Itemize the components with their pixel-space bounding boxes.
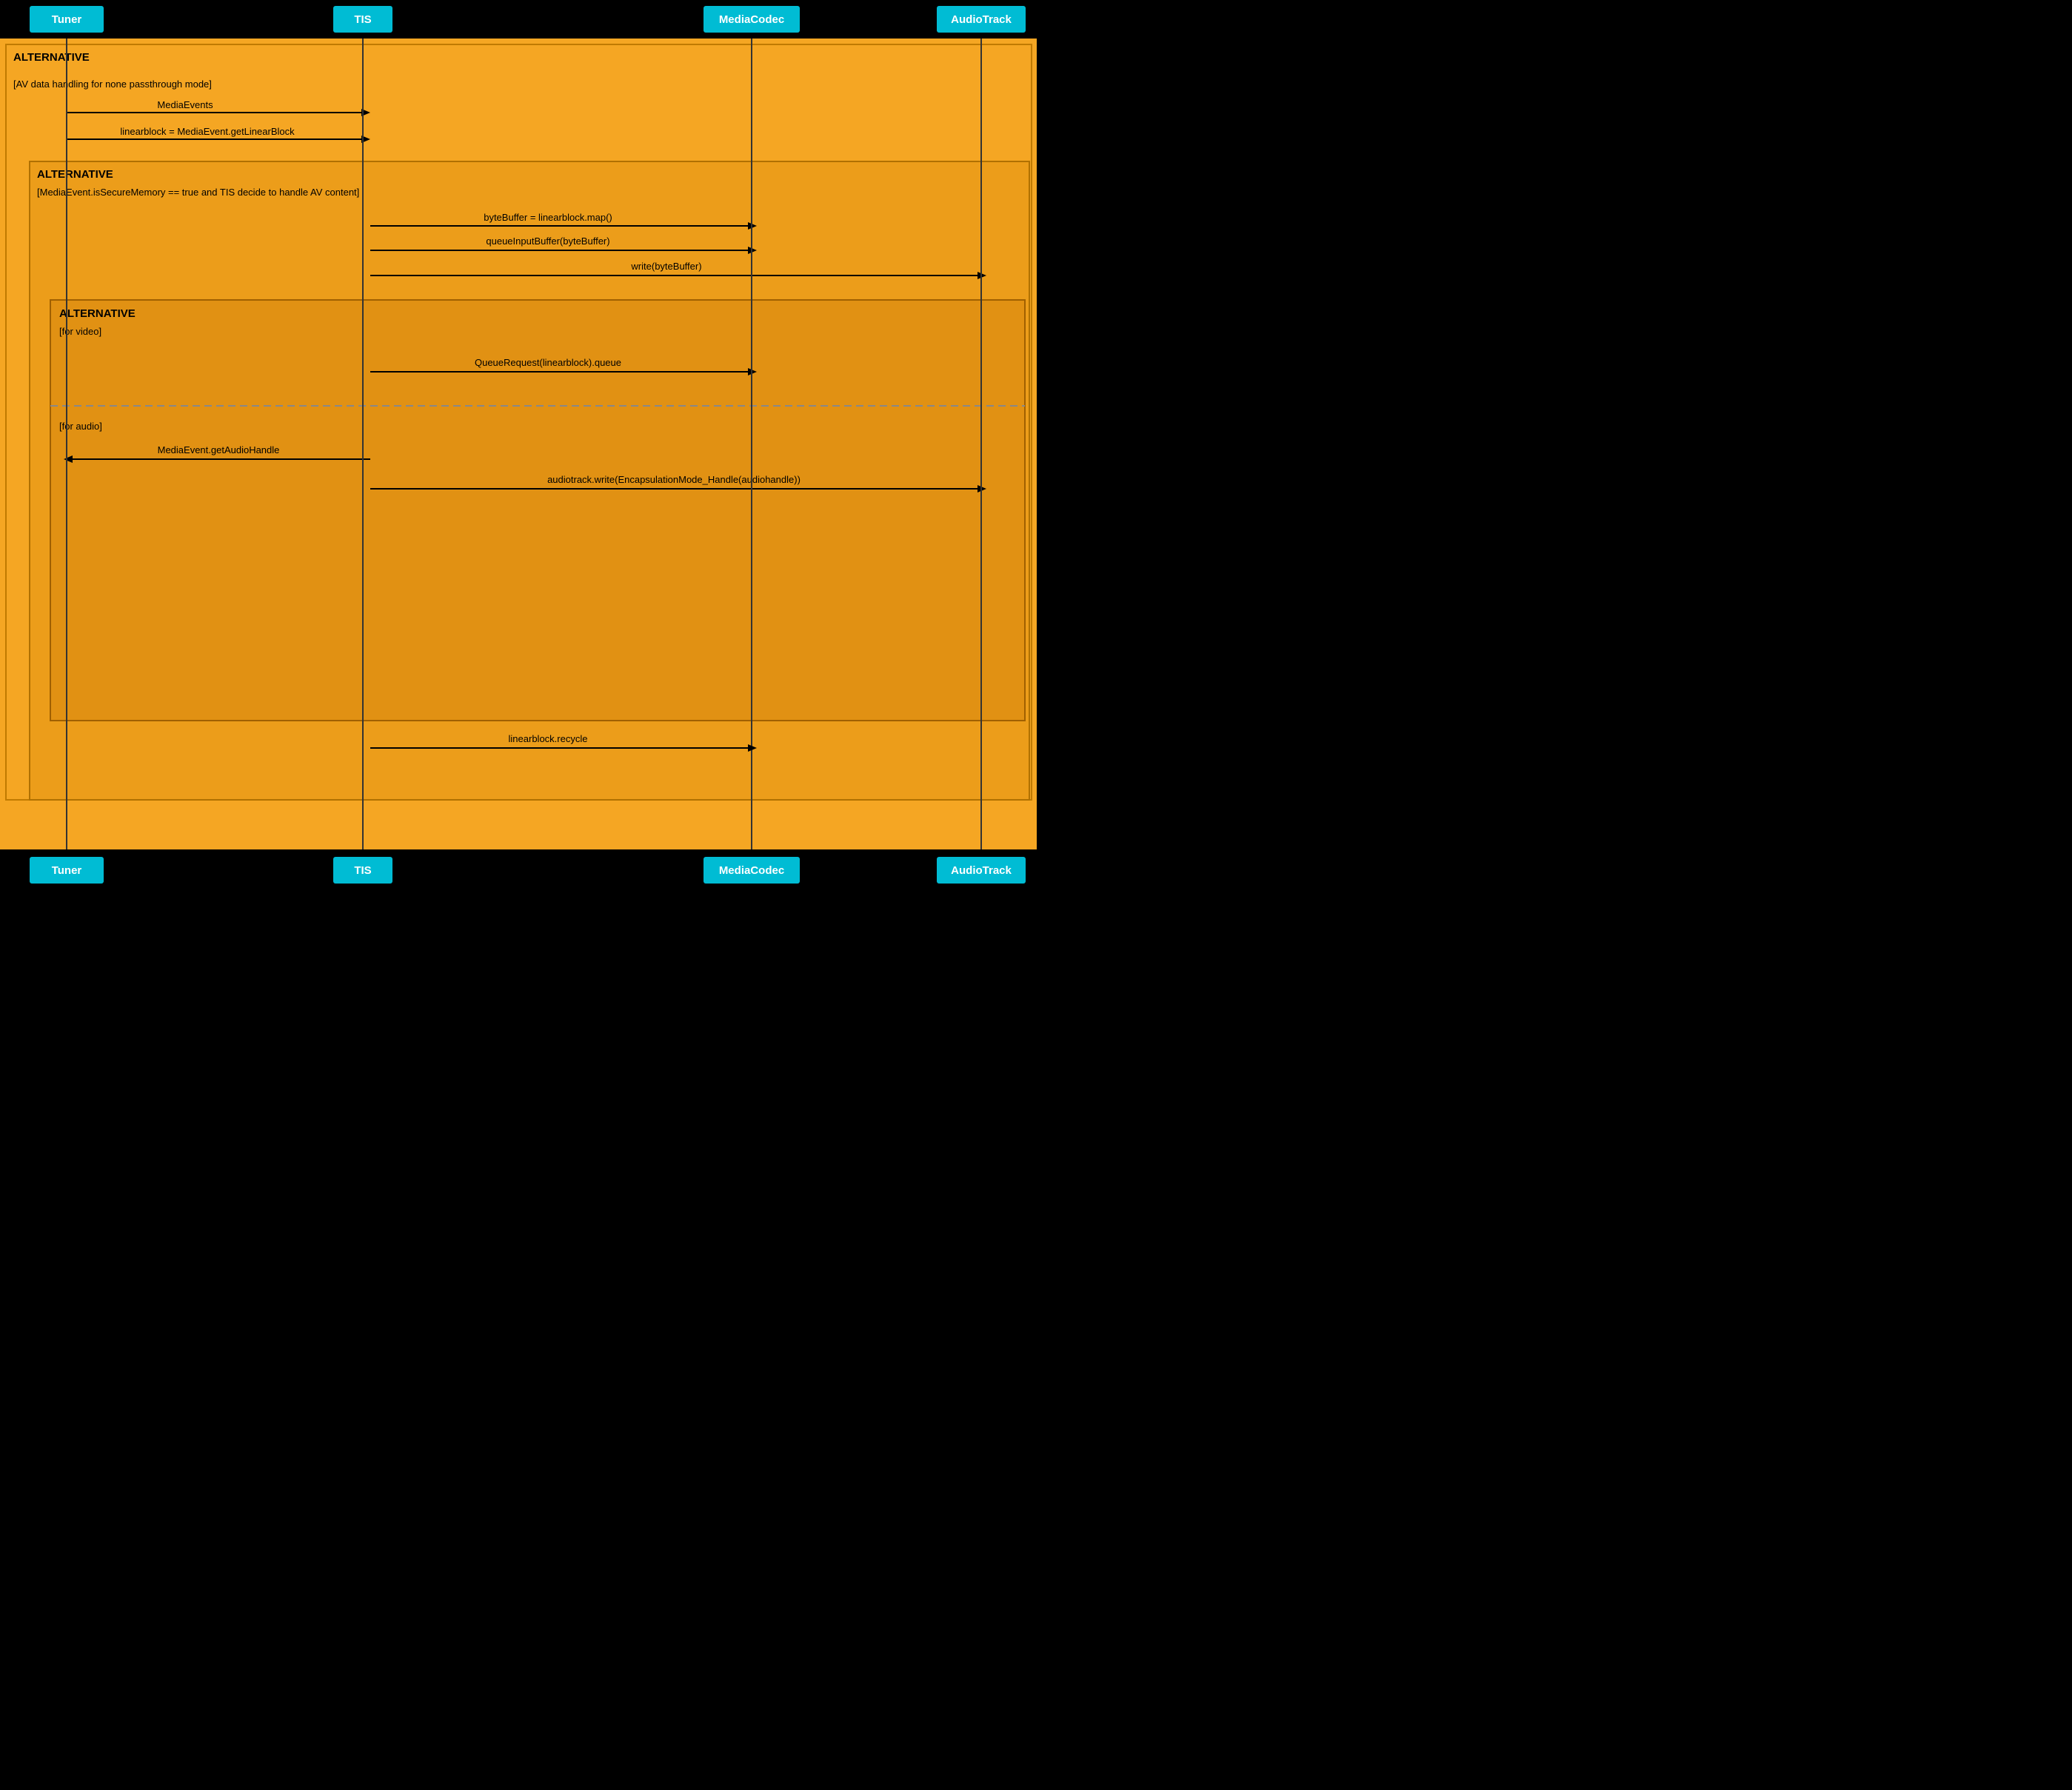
alt3-condition-audio: [for audio]: [59, 421, 102, 432]
alt2-condition: [MediaEvent.isSecureMemory == true and T…: [37, 187, 359, 198]
arrow-linearblock-label: linearblock = MediaEvent.getLinearBlock: [120, 126, 295, 137]
header-tuner-label: Tuner: [52, 13, 82, 26]
footer-mediacodec-label: MediaCodec: [719, 864, 784, 877]
arrow-queueinputbuffer-label: queueInputBuffer(byteBuffer): [486, 236, 609, 247]
arrow-writebytebuffer-label: write(byteBuffer): [630, 261, 701, 272]
arrow-mediaevents-label: MediaEvents: [157, 99, 213, 110]
footer-tis-label: TIS: [354, 864, 371, 877]
arrow-queuerequest-label: QueueRequest(linearblock).queue: [475, 357, 621, 368]
arrow-bytebuffer-label: byteBuffer = linearblock.map(): [484, 212, 612, 223]
arrow-getaudiohandle-label: MediaEvent.getAudioHandle: [158, 444, 280, 455]
alt1-label: ALTERNATIVE: [13, 51, 90, 64]
header-mediacodec-label: MediaCodec: [719, 13, 784, 26]
arrow-linearblockrecycle-label: linearblock.recycle: [509, 733, 588, 744]
sequence-diagram: Tuner TIS MediaCodec AudioTrack ALTERNAT…: [0, 0, 1037, 889]
alt2-label: ALTERNATIVE: [37, 168, 113, 181]
footer-audiotrack-label: AudioTrack: [951, 864, 1012, 877]
alt1-condition: [AV data handling for none passthrough m…: [13, 79, 212, 90]
arrow-audiotrackwrite-label: audiotrack.write(EncapsulationMode_Handl…: [547, 474, 801, 485]
alt3-condition-video: [for video]: [59, 326, 101, 337]
alt3-label: ALTERNATIVE: [59, 307, 136, 320]
header-tis-label: TIS: [354, 13, 371, 26]
header-audiotrack-label: AudioTrack: [951, 13, 1012, 26]
footer-tuner-label: Tuner: [52, 864, 82, 877]
